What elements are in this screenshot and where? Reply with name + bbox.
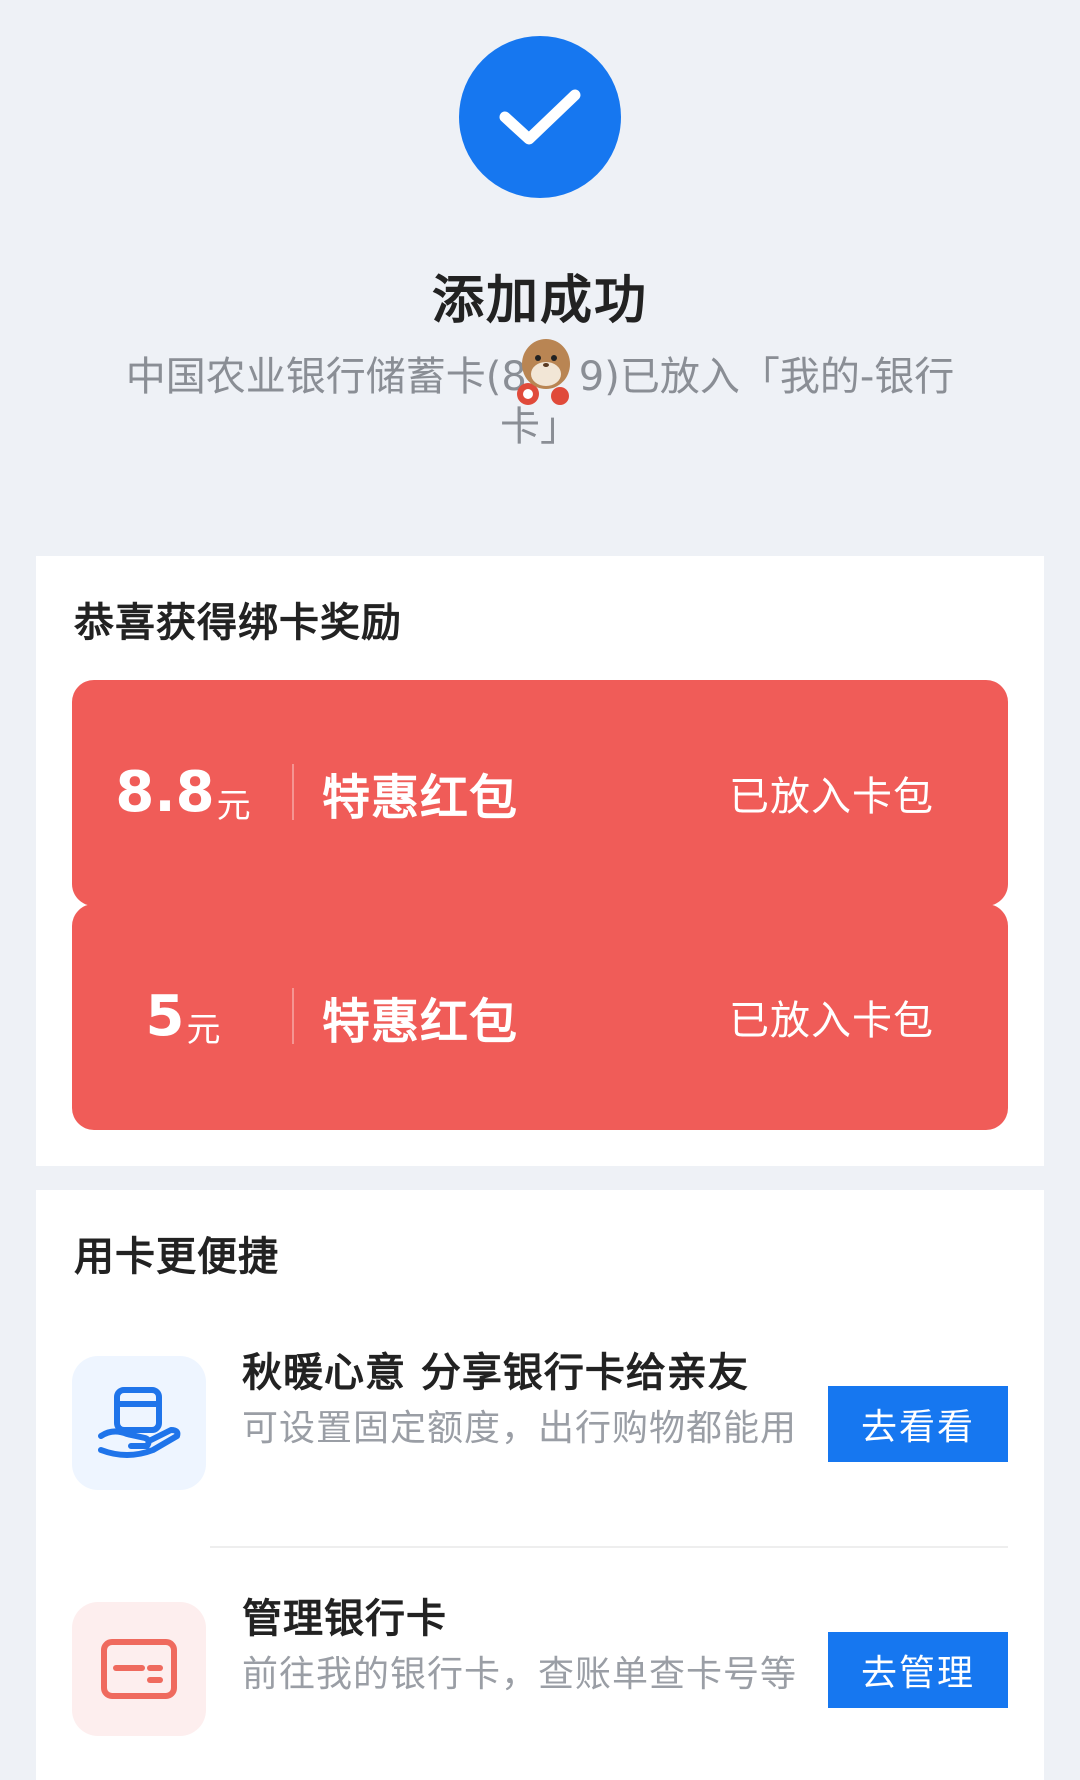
convenience-title: 用卡更便捷 [74, 1234, 279, 1280]
convenience-card: 用卡更便捷 秋暖心意 分享银行卡给亲友 可设置固定额度，出行购物都能用 去看看 [36, 1190, 1044, 1780]
packet-amount: 5元 [72, 904, 294, 1130]
card-share-hand-icon [72, 1356, 206, 1490]
service-description: 前往我的银行卡，查账单查卡号等 [242, 1654, 798, 1695]
reward-title: 恭喜获得绑卡奖励 [74, 600, 402, 646]
packet-amount-value: 8.8 [115, 760, 215, 825]
service-title: 秋暖心意 分享银行卡给亲友 [242, 1350, 749, 1396]
red-packet-item[interactable]: 8.8 元 特惠红包 已放入卡包 [72, 680, 1008, 906]
service-row-manage-card: 管理银行卡 前往我的银行卡，查账单查卡号等 去管理 [36, 1586, 1044, 1780]
add-card-success-page: 添加成功 中国农业银行储蓄卡(8 9)已放入「我的-银行 卡」 恭喜获得绑卡奖励 … [0, 0, 1080, 1780]
packet-divider [292, 988, 294, 1044]
success-check-icon [459, 36, 621, 198]
packet-amount-unit: 元 [186, 1009, 221, 1050]
packet-amount: 8.8 元 [72, 680, 294, 906]
service-row-share-card: 秋暖心意 分享银行卡给亲友 可设置固定额度，出行购物都能用 去看看 [36, 1340, 1044, 1540]
desc-part-3: 卡」 [500, 404, 580, 450]
desc-part-1: 中国农业银行储蓄卡(8 [125, 354, 527, 400]
reward-card: 恭喜获得绑卡奖励 8.8 元 特惠红包 已放入卡包 5元 特惠红包 已放入卡包 [36, 556, 1044, 1166]
packet-name: 特惠红包 [322, 770, 519, 826]
packet-status: 已放入卡包 [729, 774, 934, 820]
packet-divider [292, 764, 294, 820]
bank-card-icon [72, 1602, 206, 1736]
packet-name: 特惠红包 [322, 994, 519, 1050]
packet-amount-unit: 元 [216, 785, 251, 826]
packet-status: 已放入卡包 [729, 998, 934, 1044]
go-manage-button[interactable]: 去管理 [828, 1632, 1008, 1708]
red-packet-item[interactable]: 5元 特惠红包 已放入卡包 [72, 904, 1008, 1130]
service-description: 可设置固定额度，出行购物都能用 [242, 1408, 798, 1449]
service-title: 管理银行卡 [242, 1596, 447, 1642]
page-title: 添加成功 [431, 271, 648, 331]
desc-part-2: 9)已放入「我的-银行 [578, 354, 955, 400]
go-see-button[interactable]: 去看看 [828, 1386, 1008, 1462]
divider [210, 1546, 1008, 1548]
cartoon-sticker-icon [510, 334, 580, 408]
packet-amount-value: 5 [145, 984, 185, 1049]
